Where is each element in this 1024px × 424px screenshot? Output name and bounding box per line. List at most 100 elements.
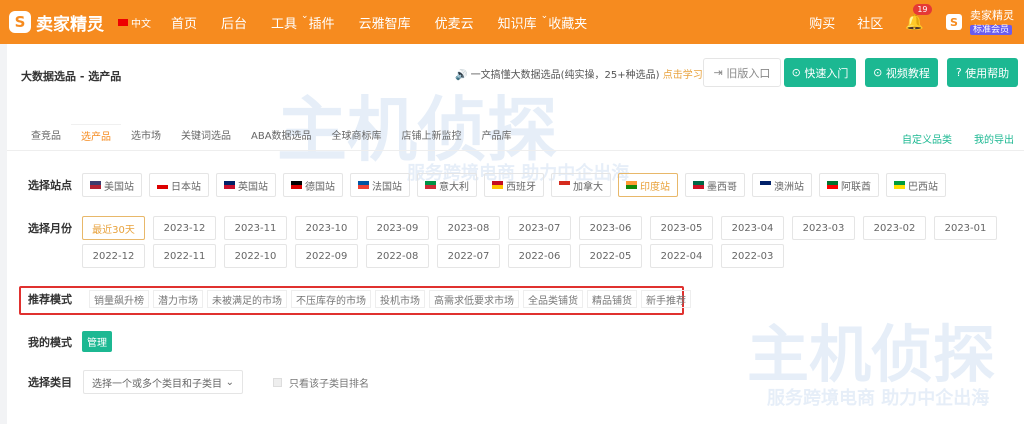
- month-button[interactable]: 2023-03: [792, 216, 855, 240]
- site-label: 德国站: [305, 181, 335, 193]
- site-label: 英国站: [238, 181, 268, 193]
- category-select[interactable]: 选择一个或多个类目和子类目 ⌄: [83, 370, 243, 394]
- flag-icon: [358, 181, 369, 189]
- month-button[interactable]: 2023-06: [579, 216, 642, 240]
- site-button[interactable]: 阿联酋: [819, 173, 879, 197]
- mode-button[interactable]: 精品铺货: [587, 290, 637, 308]
- bell-icon[interactable]: 🔔 19: [905, 4, 932, 31]
- nav-item[interactable]: 云雅智库: [359, 13, 411, 32]
- site-button[interactable]: 澳洲站: [752, 173, 812, 197]
- month-button[interactable]: 2022-12: [82, 244, 145, 268]
- video-tutorial-button[interactable]: ⊙ 视频教程: [865, 58, 938, 87]
- flag-icon: [157, 181, 168, 189]
- nav-item[interactable]: 知识库: [498, 13, 537, 32]
- mode-button[interactable]: 全品类铺货: [523, 290, 583, 308]
- notification-badge: 19: [913, 4, 932, 15]
- nav-item[interactable]: 后台: [221, 13, 247, 32]
- mode-label: 推荐模式: [28, 293, 72, 306]
- content-panel: 主机侦探 服务跨境电商 助力中企出海 主机侦探 服务跨境电商 助力中企出海 大数…: [7, 44, 1024, 424]
- logo-text: 卖家精灵: [36, 14, 104, 35]
- flag-icon: [224, 181, 235, 189]
- month-button[interactable]: 2023-07: [508, 216, 571, 240]
- manage-button[interactable]: 管理: [82, 331, 112, 352]
- site-label: 阿联酋: [841, 181, 871, 193]
- site-button[interactable]: 墨西哥: [685, 173, 745, 197]
- tab-item[interactable]: 查竞品: [21, 124, 71, 150]
- nav-item[interactable]: 首页: [171, 13, 197, 32]
- nav-item[interactable]: 收藏夹: [548, 13, 587, 32]
- chevron-down-icon: ⌄: [225, 376, 234, 388]
- flag-icon: [559, 181, 570, 189]
- site-button[interactable]: 法国站: [350, 173, 410, 197]
- enter-icon: ⇥: [713, 66, 727, 79]
- site-button[interactable]: 巴西站: [886, 173, 946, 197]
- month-button[interactable]: 2022-03: [721, 244, 784, 268]
- tab-item[interactable]: ABA数据选品: [241, 124, 322, 150]
- help-button[interactable]: ? 使用帮助: [947, 58, 1018, 87]
- site-button[interactable]: 美国站: [82, 173, 142, 197]
- tab-item[interactable]: 全球商标库: [322, 124, 392, 150]
- site-button[interactable]: 意大利: [417, 173, 477, 197]
- month-button[interactable]: 2023-05: [650, 216, 713, 240]
- month-button[interactable]: 2022-10: [224, 244, 287, 268]
- site-button[interactable]: 加拿大: [551, 173, 611, 197]
- logo-icon: S: [9, 11, 31, 33]
- mode-button[interactable]: 未被满足的市场: [207, 290, 287, 308]
- month-button[interactable]: 2022-06: [508, 244, 571, 268]
- month-button[interactable]: 2022-08: [366, 244, 429, 268]
- community-link[interactable]: 社区: [857, 13, 883, 32]
- month-button[interactable]: 2023-12: [153, 216, 216, 240]
- month-button[interactable]: 2022-11: [153, 244, 216, 268]
- custom-category-link[interactable]: 自定义品类: [902, 131, 952, 146]
- month-button[interactable]: 2022-05: [579, 244, 642, 268]
- site-button[interactable]: 日本站: [149, 173, 209, 197]
- tab-item[interactable]: 产品库: [472, 124, 522, 150]
- site-label: 墨西哥: [707, 181, 737, 193]
- month-button[interactable]: 2023-09: [366, 216, 429, 240]
- site-button[interactable]: 德国站: [283, 173, 343, 197]
- help-label: 使用帮助: [965, 66, 1010, 80]
- site-button[interactable]: 西班牙: [484, 173, 544, 197]
- logo[interactable]: S 卖家精灵: [9, 10, 104, 35]
- mode-button[interactable]: 高需求低要求市场: [429, 290, 519, 308]
- nav-item[interactable]: 插件: [309, 13, 335, 32]
- mode-button[interactable]: 新手推荐: [641, 290, 691, 308]
- language-switch[interactable]: 中文: [118, 15, 151, 30]
- month-button[interactable]: 2023-10: [295, 216, 358, 240]
- my-export-link[interactable]: 我的导出: [974, 131, 1014, 146]
- buy-link[interactable]: 购买: [809, 13, 835, 32]
- month-button[interactable]: 最近30天: [82, 216, 145, 240]
- month-button[interactable]: 2022-07: [437, 244, 500, 268]
- month-button[interactable]: 2023-01: [934, 216, 997, 240]
- tab-item[interactable]: 选产品: [71, 124, 121, 150]
- tab-item[interactable]: 店铺上新监控: [392, 124, 472, 150]
- month-button[interactable]: 2023-11: [224, 216, 287, 240]
- play-icon: ⊙: [791, 66, 805, 79]
- avatar: S: [946, 14, 962, 30]
- flag-icon: [760, 181, 771, 189]
- nav-item[interactable]: 优麦云: [435, 13, 474, 32]
- play-icon: ⊙: [873, 66, 886, 79]
- mode-button[interactable]: 潜力市场: [153, 290, 203, 308]
- learn-link[interactable]: 点击学习: [663, 70, 703, 81]
- month-button[interactable]: 2022-09: [295, 244, 358, 268]
- mode-button[interactable]: 投机市场: [375, 290, 425, 308]
- user-menu[interactable]: S 卖家精灵 标准会员: [946, 9, 1014, 35]
- only-subcategory-checkbox[interactable]: [273, 377, 282, 387]
- site-button[interactable]: 英国站: [216, 173, 276, 197]
- month-button[interactable]: 2023-08: [437, 216, 500, 240]
- mode-button[interactable]: 销量飙升榜: [89, 290, 149, 308]
- member-badge: 标准会员: [970, 25, 1013, 35]
- month-button[interactable]: 2022-04: [650, 244, 713, 268]
- mode-button[interactable]: 不压库存的市场: [291, 290, 371, 308]
- tab-item[interactable]: 关键词选品: [171, 124, 241, 150]
- site-label: 西班牙: [506, 181, 536, 193]
- flag-icon: [626, 181, 637, 189]
- month-button[interactable]: 2023-04: [721, 216, 784, 240]
- site-button[interactable]: 印度站: [618, 173, 678, 197]
- old-version-button[interactable]: ⇥ 旧版入口: [703, 58, 781, 87]
- month-button[interactable]: 2023-02: [863, 216, 926, 240]
- tab-item[interactable]: 选市场: [121, 124, 171, 150]
- nav-item[interactable]: 工具: [271, 13, 297, 32]
- quick-start-button[interactable]: ⊙ 快速入门: [784, 58, 856, 87]
